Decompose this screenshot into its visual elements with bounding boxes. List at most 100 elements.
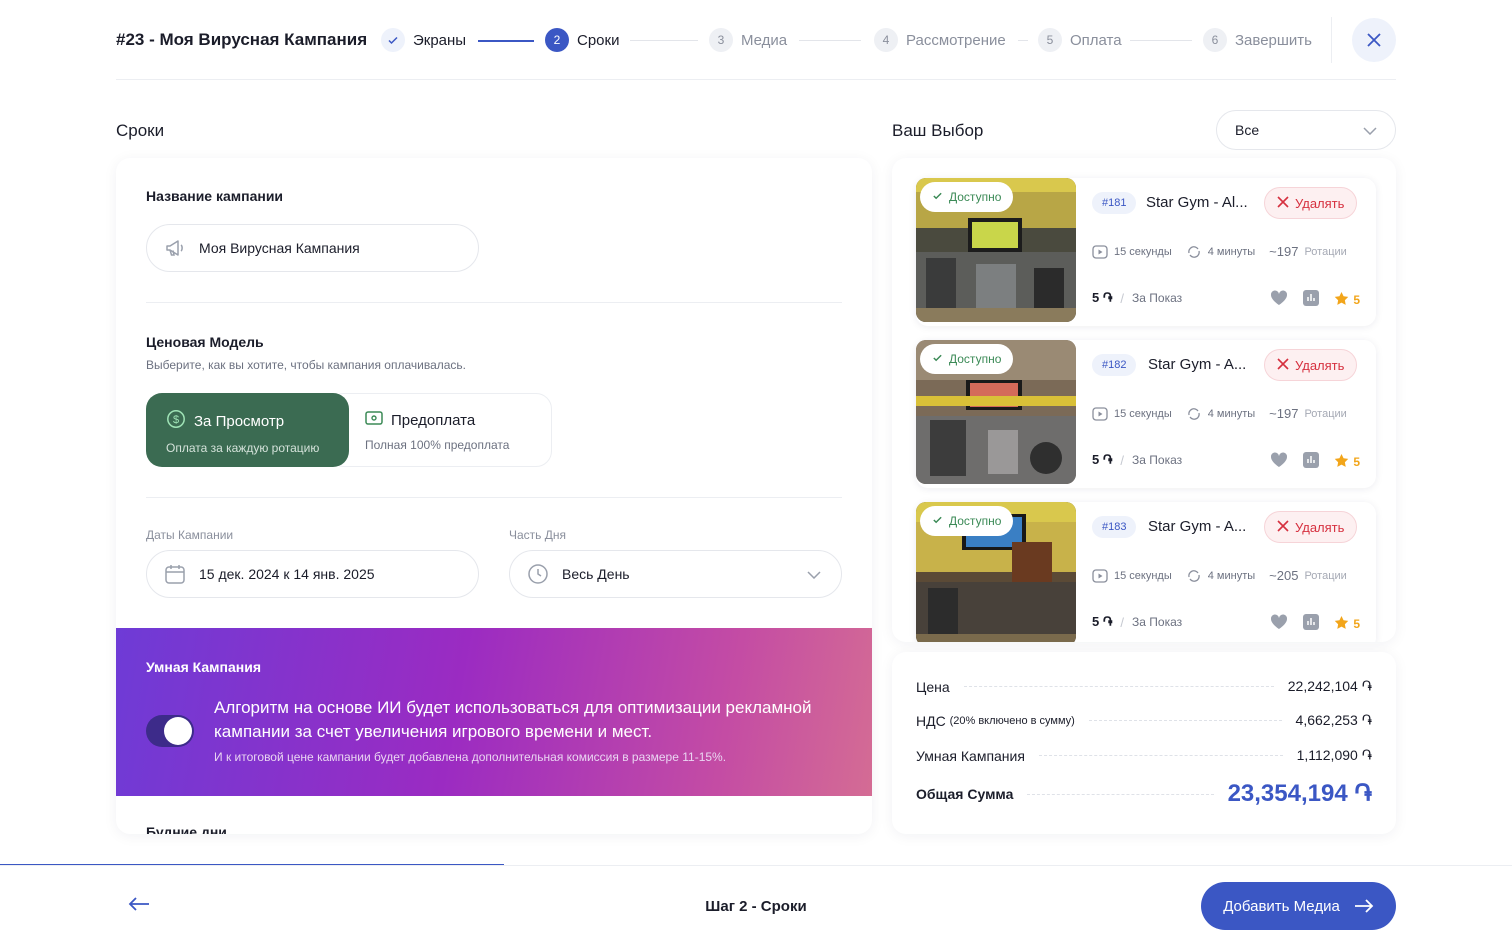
wallet-icon xyxy=(365,410,383,430)
summary-price-row: Цена 22,242,104 ֏ xyxy=(916,678,1372,695)
section-title-dates: Сроки xyxy=(116,121,165,140)
step-payment[interactable]: 5 Оплата xyxy=(1038,28,1122,52)
screen-price: 5 ֏ / За Показ xyxy=(1092,614,1183,630)
add-media-button[interactable]: Добавить Медиа xyxy=(1201,882,1396,930)
date-to: 14 янв. 2025 xyxy=(293,566,375,582)
remove-button[interactable]: Удалять xyxy=(1264,511,1358,543)
close-button[interactable] xyxy=(1352,18,1396,62)
dates-label: Даты Кампании xyxy=(146,528,234,542)
repeat-icon xyxy=(1186,245,1202,259)
screen-card: Доступно #183 Star Gym - A... Удалять 15… xyxy=(916,502,1376,642)
step-label: Медиа xyxy=(741,31,788,49)
smart-campaign-text: Алгоритм на основе ИИ будет использовать… xyxy=(214,698,812,741)
remove-button[interactable]: Удалять xyxy=(1264,349,1358,381)
check-icon xyxy=(932,514,943,528)
step-dates[interactable]: 2 Сроки xyxy=(545,28,619,52)
pricing-option-title: За Просмотр xyxy=(194,412,285,430)
close-icon xyxy=(1277,519,1289,535)
pricing-model-label: Ценовая Модель xyxy=(146,334,264,350)
date-range-field[interactable]: 15 дек. 2024 к 14 янв. 2025 xyxy=(146,550,479,598)
daypart-select[interactable]: Весь День xyxy=(509,550,842,598)
step-label: Сроки xyxy=(577,31,620,49)
repeat-icon xyxy=(1186,407,1202,421)
campaign-title: #23 - Моя Вирусная Кампания xyxy=(116,30,368,49)
summary-smart-row: Умная Кампания 1,112,090 ֏ xyxy=(916,747,1372,764)
availability-badge: Доступно xyxy=(920,344,1014,374)
weekdays-label: Будние дни xyxy=(146,824,227,834)
smart-campaign-banner: Умная Кампания Алгоритм на основе ИИ буд… xyxy=(116,628,872,796)
star-icon xyxy=(1334,615,1349,633)
chevron-down-icon xyxy=(807,566,821,582)
screen-price: 5 ֏ / За Показ xyxy=(1092,452,1183,468)
heart-icon[interactable] xyxy=(1270,290,1288,309)
stats-icon[interactable] xyxy=(1302,614,1320,633)
campaign-name-field[interactable]: Моя Вирусная Кампания xyxy=(146,224,479,272)
screen-meta: 15 секунды 4 минуты ~205 Ротации xyxy=(1092,568,1362,583)
step-finish[interactable]: 6 Завершить xyxy=(1203,28,1312,52)
date-separator: к xyxy=(283,566,290,582)
stats-icon[interactable] xyxy=(1302,290,1320,309)
pricing-option-sub: Оплата за каждую ротацию xyxy=(166,441,320,455)
clock-icon xyxy=(526,562,550,586)
pricing-option-prepaid[interactable]: Предоплата Полная 100% предоплата xyxy=(328,393,552,467)
screen-thumbnail: Доступно xyxy=(916,340,1076,484)
summary-total-row: Общая Сумма 23,354,194 ֏ xyxy=(916,780,1372,807)
daypart-label: Часть Дня xyxy=(509,528,567,542)
video-icon xyxy=(1092,406,1108,421)
step-label: Оплата xyxy=(1070,31,1122,49)
filter-value: Все xyxy=(1235,122,1260,138)
screen-id: #182 xyxy=(1092,354,1137,376)
check-icon xyxy=(932,352,943,366)
screen-thumbnail: Доступно xyxy=(916,178,1076,322)
star-icon xyxy=(1334,291,1349,309)
smart-campaign-note: И к итоговой цене кампании будет добавле… xyxy=(214,750,727,764)
heart-icon[interactable] xyxy=(1270,614,1288,633)
video-icon xyxy=(1092,244,1108,259)
stats-icon[interactable] xyxy=(1302,452,1320,471)
availability-badge: Доступно xyxy=(920,182,1014,212)
pricing-option-per-view[interactable]: $ За Просмотр Оплата за каждую ротацию xyxy=(146,393,349,467)
repeat-icon xyxy=(1186,569,1202,583)
screen-name: Star Gym - A... xyxy=(1148,356,1247,373)
screen-name: Star Gym - Al... xyxy=(1146,194,1248,211)
step-media[interactable]: 3 Медиа xyxy=(709,28,787,52)
check-icon xyxy=(381,28,405,52)
video-icon xyxy=(1092,568,1108,583)
smart-campaign-title: Умная Кампания xyxy=(146,659,262,675)
step-number: 4 xyxy=(874,28,898,52)
campaign-name-value: Моя Вирусная Кампания xyxy=(199,240,360,256)
pricing-option-title: Предоплата xyxy=(391,411,476,429)
price-summary-card: Цена 22,242,104 ֏ НДС (20% включено в сум… xyxy=(892,652,1396,834)
filter-dropdown[interactable]: Все xyxy=(1216,110,1396,150)
megaphone-icon xyxy=(163,236,187,260)
smart-campaign-toggle[interactable] xyxy=(146,715,194,747)
screen-thumbnail: Доступно xyxy=(916,502,1076,642)
step-screens[interactable]: Экраны xyxy=(381,28,466,52)
campaign-name-label: Название кампании xyxy=(146,188,284,204)
screen-name: Star Gym - A... xyxy=(1148,518,1247,535)
close-icon xyxy=(1277,357,1289,373)
svg-text:$: $ xyxy=(173,414,179,426)
step-number: 5 xyxy=(1038,28,1062,52)
step-label: Завершить xyxy=(1235,31,1312,49)
step-number: 3 xyxy=(709,28,733,52)
step-label: Рассмотрение xyxy=(906,31,1006,49)
step-review[interactable]: 4 Рассмотрение xyxy=(874,28,1006,52)
pricing-model-sub: Выберите, как вы хотите, чтобы кампания … xyxy=(146,358,467,372)
remove-button[interactable]: Удалять xyxy=(1264,187,1358,219)
chevron-down-icon xyxy=(1363,122,1377,138)
screen-id: #181 xyxy=(1092,192,1137,214)
availability-badge: Доступно xyxy=(920,506,1014,536)
heart-icon[interactable] xyxy=(1270,452,1288,471)
daypart-value: Весь День xyxy=(562,566,630,582)
summary-vat-row: НДС (20% включено в сумму) 4,662,253 ֏ xyxy=(916,712,1372,729)
close-icon xyxy=(1277,195,1289,211)
calendar-icon xyxy=(163,562,187,586)
star-icon xyxy=(1334,453,1349,471)
campaign-settings-card: Название кампании Моя Вирусная Кампания … xyxy=(116,158,872,834)
arrow-right-icon xyxy=(1354,899,1374,913)
screen-price: 5 ֏ / За Показ xyxy=(1092,290,1183,306)
step-label: Экраны xyxy=(413,31,467,49)
step-number: 6 xyxy=(1203,28,1227,52)
dollar-coin-icon: $ xyxy=(166,409,186,433)
